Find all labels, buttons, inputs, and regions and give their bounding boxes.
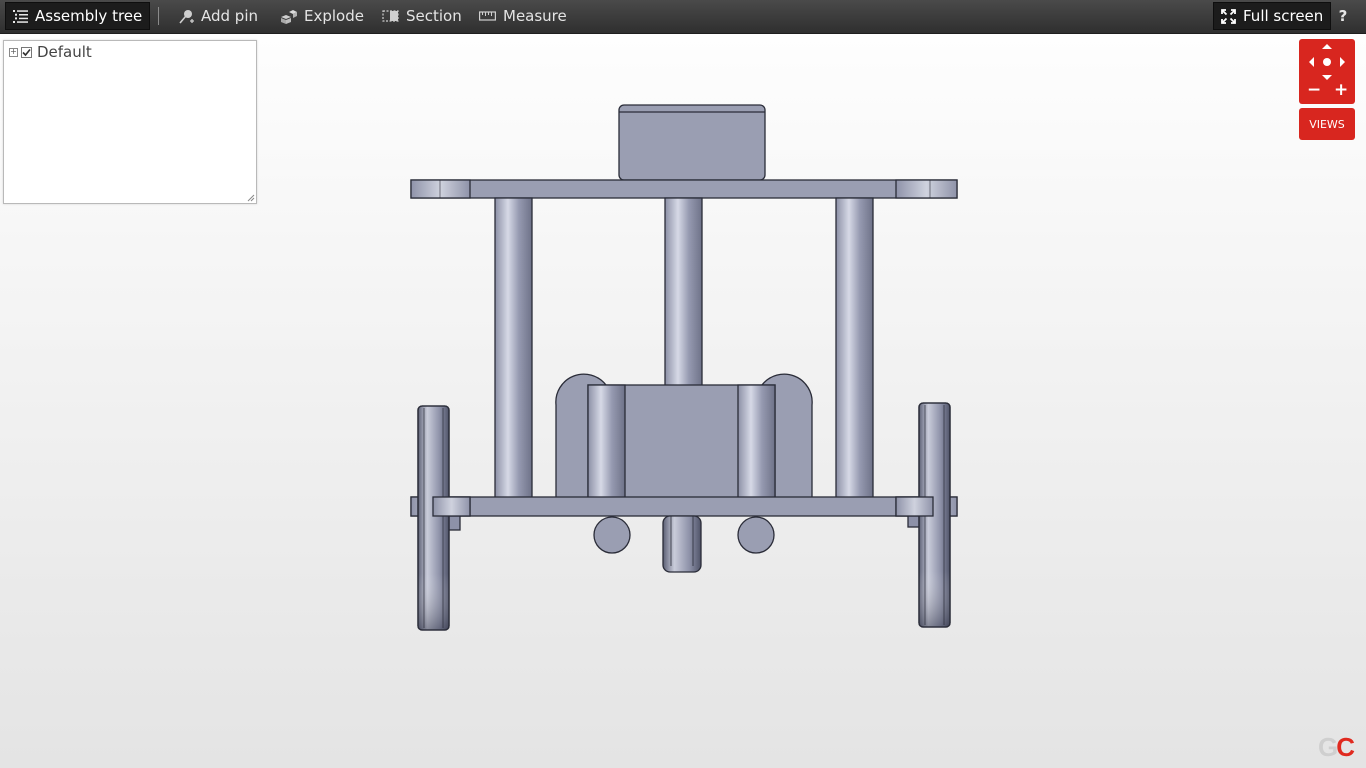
right-caster (737, 516, 775, 554)
right-column (835, 197, 874, 499)
add-pin-label: Add pin (201, 7, 259, 25)
zoom-in-button[interactable]: + (1334, 80, 1348, 100)
explode-button[interactable]: Explode (273, 2, 371, 30)
top-toolbar: Assembly tree Add pin Explode Section Me… (0, 0, 1366, 34)
checkbox-checked-icon[interactable] (21, 46, 32, 58)
views-button[interactable]: VIEWS (1299, 108, 1355, 140)
assembly-tree-panel: + Default (3, 40, 257, 204)
help-button[interactable]: ? (1334, 2, 1352, 30)
section-icon (382, 9, 399, 23)
list-icon (13, 9, 28, 23)
gc-logo: GC (1318, 732, 1355, 762)
resize-grip-icon[interactable] (246, 193, 255, 202)
left-caster (593, 516, 631, 554)
center-column (664, 197, 703, 389)
bottom-plate (410, 496, 958, 517)
pan-left-arrow-icon[interactable] (1309, 57, 1314, 67)
zoom-out-button[interactable]: − (1307, 80, 1321, 100)
pan-down-arrow-icon[interactable] (1322, 75, 1332, 80)
tree-item-default[interactable]: + Default (9, 43, 92, 61)
top-box (618, 104, 766, 181)
assembly-tree-button[interactable]: Assembly tree (5, 2, 151, 30)
top-plate (410, 179, 958, 199)
navigation-pad: − + (1299, 39, 1355, 104)
section-label: Section (406, 7, 462, 25)
expand-icon[interactable]: + (9, 47, 18, 57)
explode-icon (280, 9, 297, 24)
full-screen-label: Full screen (1243, 7, 1324, 25)
section-button[interactable]: Section (375, 2, 469, 30)
ruler-icon (479, 11, 496, 21)
left-wheel (417, 405, 450, 631)
explode-label: Explode (304, 7, 364, 25)
center-view-icon[interactable] (1323, 58, 1331, 66)
left-column (494, 197, 533, 499)
pan-up-arrow-icon[interactable] (1322, 44, 1332, 49)
pin-icon (179, 9, 194, 24)
toolbar-divider (158, 7, 159, 25)
tree-item-label: Default (37, 43, 92, 61)
assembly-tree-label: Assembly tree (35, 7, 143, 25)
center-caster-wheel (662, 515, 702, 573)
pan-right-arrow-icon[interactable] (1340, 57, 1345, 67)
full-screen-button[interactable]: Full screen (1213, 2, 1332, 30)
add-pin-button[interactable]: Add pin (172, 2, 265, 30)
measure-label: Measure (503, 7, 567, 25)
measure-button[interactable]: Measure (472, 2, 574, 30)
expand-icon (1221, 8, 1236, 24)
